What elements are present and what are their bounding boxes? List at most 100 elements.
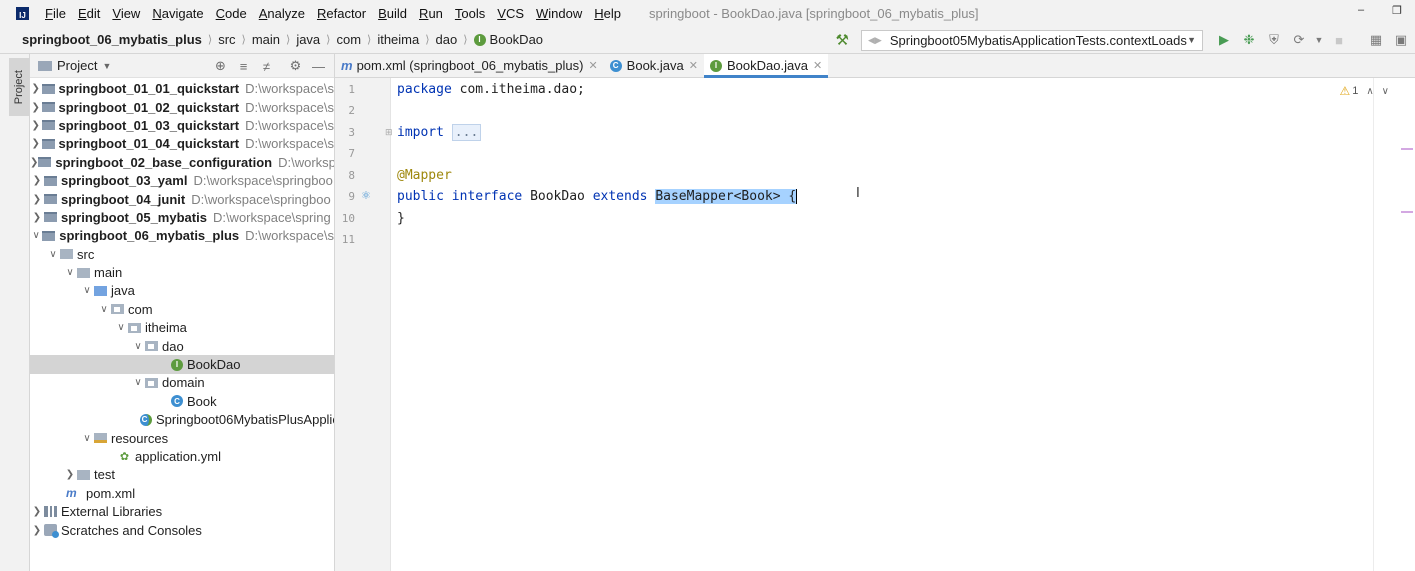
tree-item-libraries[interactable]: ❯ External Libraries xyxy=(30,502,334,520)
tree-item-folder[interactable]: ∨ src xyxy=(30,245,334,263)
editor-scrollbar[interactable] xyxy=(1399,78,1415,571)
tree-item-interface[interactable]: I BookDao xyxy=(30,355,334,374)
chevron-right-icon[interactable]: ❯ xyxy=(30,138,42,149)
menu-refactor[interactable]: Refactor xyxy=(311,6,372,21)
run-icon[interactable]: ▶ xyxy=(1213,29,1235,51)
close-icon[interactable]: ✕ xyxy=(813,59,822,72)
menu-view[interactable]: View xyxy=(106,6,146,21)
chevron-down-icon[interactable]: ∨ xyxy=(97,304,111,315)
tab-book-java[interactable]: C Book.java ✕ xyxy=(604,54,704,77)
chevron-right-icon[interactable]: ❯ xyxy=(30,83,42,94)
chevron-right-icon[interactable]: ❯ xyxy=(30,175,44,186)
tree-item-module[interactable]: ❯ springboot_02_base_configuration D:\work… xyxy=(30,153,334,171)
close-icon[interactable]: ✕ xyxy=(689,59,698,72)
chevron-right-icon[interactable]: ❯ xyxy=(30,525,44,536)
menu-analyze[interactable]: Analyze xyxy=(253,6,311,21)
chevron-down-icon[interactable]: ∨ xyxy=(80,433,94,444)
tree-item-module[interactable]: ❯ springboot_03_yaml D:\workspace\springbo… xyxy=(30,171,334,189)
project-structure-icon[interactable]: ▦ xyxy=(1365,29,1387,51)
tree-item-folder[interactable]: ❯ test xyxy=(30,466,334,484)
tree-item-package[interactable]: ∨ com xyxy=(30,300,334,318)
menu-help[interactable]: Help xyxy=(588,6,627,21)
menu-vcs[interactable]: VCS xyxy=(491,6,530,21)
chevron-right-icon[interactable]: ❯ xyxy=(30,194,44,205)
menu-navigate[interactable]: Navigate xyxy=(146,6,209,21)
tree-item-file[interactable]: m pom.xml xyxy=(30,484,334,502)
tree-item-folder[interactable]: ∨ main xyxy=(30,263,334,281)
code-editor[interactable]: 1 2 3 ⊞ 7 8 9 ⚛ 10 11 package com.itheim… xyxy=(335,78,1415,571)
debug-icon[interactable]: ❉ xyxy=(1238,29,1260,51)
chevron-down-icon[interactable]: ∨ xyxy=(30,230,42,241)
chevron-up-icon[interactable]: ∧ xyxy=(1366,86,1373,97)
tree-item-folder[interactable]: ∨ java xyxy=(30,282,334,300)
tree-item-scratches[interactable]: ❯ Scratches and Consoles xyxy=(30,521,334,539)
profiler-icon[interactable]: ⟳ xyxy=(1288,29,1310,51)
breadcrumb-dao[interactable]: dao xyxy=(436,32,458,47)
fold-icon[interactable]: ⊞ xyxy=(385,127,393,138)
tree-item-module[interactable]: ❯ springboot_05_mybatis D:\workspace\sprin… xyxy=(30,208,334,226)
breadcrumb-bookdao[interactable]: BookDao xyxy=(490,32,543,47)
breadcrumb-project[interactable]: springboot_06_mybatis_plus xyxy=(22,32,202,47)
folded-imports[interactable]: ... xyxy=(451,124,482,141)
chevron-down-icon[interactable]: ∨ xyxy=(1382,86,1389,97)
breadcrumb-src[interactable]: src xyxy=(218,32,235,47)
hide-panel-icon[interactable]: — xyxy=(307,59,330,74)
chevron-down-icon[interactable]: ∨ xyxy=(131,341,145,352)
inspection-widget[interactable]: ⚠ 1 ∧ ∨ xyxy=(1339,84,1389,98)
minimize-icon[interactable]: – xyxy=(1343,0,1379,20)
menu-build[interactable]: Build xyxy=(372,6,413,21)
tree-item-module[interactable]: ❯ springboot_01_01_quickstart D:\workspace… xyxy=(30,80,334,98)
chevron-right-icon[interactable]: ❯ xyxy=(30,212,44,223)
tab-bookdao-java[interactable]: I BookDao.java ✕ xyxy=(703,54,829,78)
menu-run[interactable]: Run xyxy=(413,6,449,21)
tree-item-module[interactable]: ❯ springboot_01_04_quickstart D:\workspace… xyxy=(30,135,334,153)
menu-code[interactable]: Code xyxy=(210,6,253,21)
more-run-options-icon[interactable]: ▼ xyxy=(1313,29,1325,51)
project-panel-title[interactable]: Project xyxy=(57,58,97,73)
expand-all-icon[interactable]: ≡ xyxy=(232,59,255,74)
presentation-icon[interactable]: ▣ xyxy=(1390,29,1412,51)
tree-item-package[interactable]: ∨ dao xyxy=(30,337,334,355)
project-tool-window-button[interactable]: Project xyxy=(9,58,29,116)
chevron-right-icon[interactable]: ❯ xyxy=(30,157,38,168)
chevron-down-icon[interactable]: ∨ xyxy=(80,285,94,296)
tree-item-module[interactable]: ∨ springboot_06_mybatis_plus D:\workspace\… xyxy=(30,227,334,245)
build-hammer-icon[interactable]: ⚒ xyxy=(836,31,849,49)
chevron-right-icon[interactable]: ❯ xyxy=(30,120,42,131)
breadcrumb-itheima[interactable]: itheima xyxy=(377,32,419,47)
tree-item-module[interactable]: ❯ springboot_01_03_quickstart D:\workspace… xyxy=(30,116,334,134)
chevron-right-icon[interactable]: ❯ xyxy=(30,102,42,113)
menu-tools[interactable]: Tools xyxy=(449,6,491,21)
tree-item-module[interactable]: ❯ springboot_04_junit D:\workspace\springb… xyxy=(30,190,334,208)
tree-item-package[interactable]: ∨ domain xyxy=(30,374,334,392)
chevron-down-icon[interactable]: ∨ xyxy=(63,267,77,278)
breadcrumb-java[interactable]: java xyxy=(296,32,320,47)
chevron-right-icon[interactable]: ❯ xyxy=(63,469,77,480)
restore-icon[interactable]: ❐ xyxy=(1379,0,1415,20)
coverage-icon[interactable]: ⛨ xyxy=(1263,29,1285,51)
chevron-right-icon[interactable]: ❯ xyxy=(30,506,44,517)
run-configuration-select[interactable]: ◀▶ Springboot05MybatisApplicationTests.c… xyxy=(861,29,1203,51)
tree-item-file[interactable]: ✿ application.yml xyxy=(30,447,334,465)
chevron-down-icon[interactable]: ∨ xyxy=(46,249,60,260)
menu-window[interactable]: Window xyxy=(530,6,588,21)
close-icon[interactable]: ✕ xyxy=(588,59,597,72)
tree-item-folder[interactable]: ∨ resources xyxy=(30,429,334,447)
tree-item-package[interactable]: ∨ itheima xyxy=(30,319,334,337)
tree-item-class[interactable]: C Springboot06MybatisPlusApplication xyxy=(30,411,334,429)
stop-icon[interactable]: ■ xyxy=(1328,29,1350,51)
chevron-down-icon[interactable]: ∨ xyxy=(131,377,145,388)
locate-file-icon[interactable]: ⊕ xyxy=(209,58,232,74)
implemented-by-icon[interactable]: ⚛ xyxy=(361,189,375,203)
chevron-down-icon[interactable]: ▼ xyxy=(102,61,111,71)
gear-icon[interactable]: ⚙ xyxy=(284,58,307,74)
menu-edit[interactable]: Edit xyxy=(72,6,106,21)
tab-pom-xml[interactable]: m pom.xml (springboot_06_mybatis_plus) ✕ xyxy=(335,54,604,77)
chevron-down-icon[interactable]: ∨ xyxy=(114,322,128,333)
collapse-all-icon[interactable]: ≠ xyxy=(255,59,278,74)
tree-item-class[interactable]: C Book xyxy=(30,392,334,410)
breadcrumb-com[interactable]: com xyxy=(336,32,361,47)
menu-file[interactable]: File xyxy=(39,6,72,21)
breadcrumb-main[interactable]: main xyxy=(252,32,280,47)
tree-item-module[interactable]: ❯ springboot_01_02_quickstart D:\workspace… xyxy=(30,98,334,116)
